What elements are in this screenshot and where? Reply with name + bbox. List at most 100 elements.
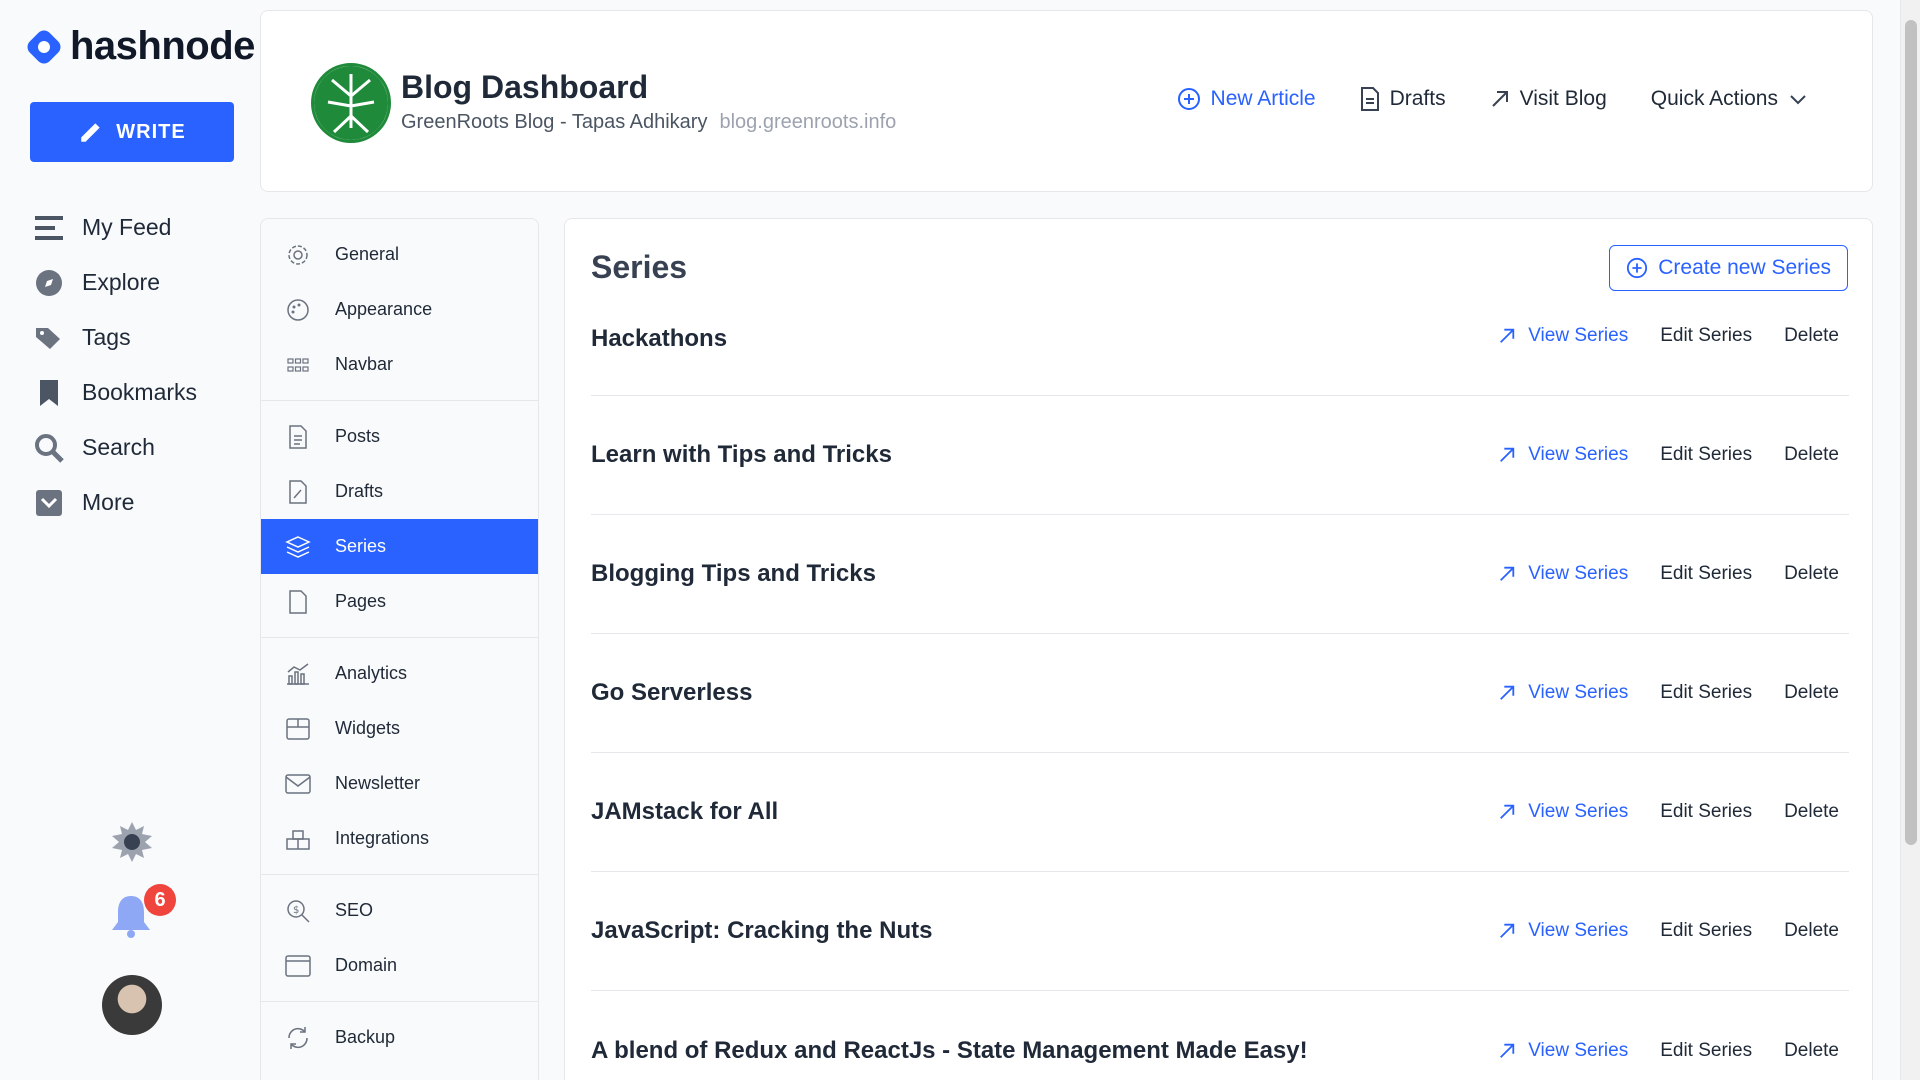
settings-item-label: Integrations [335, 828, 430, 848]
drafts-button[interactable]: Drafts [1360, 87, 1446, 111]
nav-item-more[interactable]: More [34, 475, 197, 530]
series-row: A blend of Redux and ReactJs - State Man… [591, 991, 1849, 1080]
delete-series-button[interactable]: Delete [1784, 444, 1839, 466]
view-series-link[interactable]: View Series [1498, 563, 1628, 585]
nav-item-label: Search [82, 434, 155, 460]
series-actions: View Series Edit Series Delete [1498, 563, 1849, 585]
series-row: JavaScript: Cracking the Nuts View Serie… [591, 872, 1849, 991]
create-series-button[interactable]: Create new Series [1609, 245, 1848, 291]
settings-item-label: Navbar [335, 354, 394, 374]
plus-circle-icon [1627, 257, 1648, 279]
delete-series-button[interactable]: Delete [1784, 325, 1839, 347]
delete-series-button[interactable]: Delete [1784, 920, 1839, 942]
feed-icon [34, 213, 64, 243]
view-series-label: View Series [1528, 801, 1629, 822]
write-button-label: WRITE [116, 120, 186, 143]
analytics-icon [285, 661, 311, 687]
settings-group: General Appearance Navbar [261, 219, 538, 401]
brand-name: hashnode [70, 24, 255, 68]
write-button[interactable]: WRITE [30, 102, 234, 162]
view-series-link[interactable]: View Series [1498, 325, 1628, 347]
settings-item-label: Widgets [335, 718, 401, 738]
arrow-up-right-icon [1491, 91, 1508, 107]
series-name: Hackathons [591, 325, 728, 352]
new-article-button[interactable]: New Article [1177, 87, 1316, 111]
document-icon [1360, 87, 1379, 111]
settings-item-series[interactable]: Series [261, 519, 538, 574]
notification-count-badge: 6 [144, 884, 176, 916]
settings-item-backup[interactable]: Backup [261, 1010, 538, 1065]
edit-series-button[interactable]: Edit Series [1660, 801, 1752, 823]
view-series-link[interactable]: View Series [1498, 682, 1628, 704]
view-series-label: View Series [1528, 563, 1629, 584]
settings-item-label: Backup [335, 1027, 396, 1047]
notifications-bell[interactable]: 6 [110, 884, 176, 943]
edit-series-button[interactable]: Edit Series [1660, 682, 1752, 704]
series-actions: View Series Edit Series Delete [1498, 444, 1849, 466]
edit-series-button[interactable]: Edit Series [1660, 563, 1752, 585]
settings-item-integrations[interactable]: Integrations [261, 811, 538, 866]
sun-icon[interactable] [110, 820, 154, 869]
nav-item-search[interactable]: Search [34, 420, 197, 475]
series-actions: View Series Edit Series Delete [1498, 920, 1849, 942]
nav-item-my-feed[interactable]: My Feed [34, 200, 197, 255]
search-icon [34, 433, 64, 463]
delete-series-button[interactable]: Delete [1784, 1040, 1839, 1062]
quick-actions-dropdown[interactable]: Quick Actions [1651, 87, 1808, 111]
pencil-icon [81, 123, 100, 142]
mail-icon [285, 771, 311, 797]
arrow-up-right-icon [1500, 685, 1515, 700]
visit-blog-button[interactable]: Visit Blog [1490, 87, 1607, 111]
settings-item-general[interactable]: General [261, 227, 538, 282]
series-list: Hackathons View Series Edit Series Delet… [591, 301, 1849, 1080]
view-series-label: View Series [1528, 1039, 1629, 1061]
header-actions: New Article Drafts Visit Blog Quick Acti… [1177, 87, 1808, 111]
delete-series-button[interactable]: Delete [1784, 682, 1839, 704]
delete-series-button[interactable]: Delete [1784, 801, 1839, 823]
settings-item-posts[interactable]: Posts [261, 409, 538, 464]
view-series-label: View Series [1528, 325, 1629, 346]
series-actions: View Series Edit Series Delete [1498, 1040, 1849, 1062]
view-series-link[interactable]: View Series [1498, 801, 1628, 823]
series-name: Learn with Tips and Tricks [591, 441, 892, 468]
settings-group: $ SEO Domain [261, 875, 538, 1002]
settings-item-label: Drafts [335, 481, 384, 501]
user-avatar[interactable] [102, 975, 162, 1035]
view-series-link[interactable]: View Series [1498, 1040, 1628, 1062]
settings-group: Analytics Widgets Newsletter Integration… [261, 638, 538, 875]
settings-item-newsletter[interactable]: Newsletter [261, 756, 538, 811]
edit-series-button[interactable]: Edit Series [1660, 920, 1752, 942]
page-scrollbar[interactable] [1900, 0, 1920, 1080]
settings-item-label: Appearance [335, 299, 433, 319]
settings-item-domain[interactable]: Domain [261, 938, 538, 993]
settings-item-pages[interactable]: Pages [261, 574, 538, 629]
settings-item-appearance[interactable]: Appearance [261, 282, 538, 337]
settings-item-seo[interactable]: $ SEO [261, 883, 538, 938]
hashnode-logo[interactable]: hashnode [26, 24, 255, 69]
draft-icon [285, 479, 311, 505]
drafts-label: Drafts [1389, 87, 1446, 110]
blog-domain[interactable]: blog.greenroots.info [719, 111, 896, 134]
settings-item-drafts[interactable]: Drafts [261, 464, 538, 519]
settings-item-widgets[interactable]: Widgets [261, 701, 538, 756]
view-series-link[interactable]: View Series [1498, 444, 1628, 466]
series-actions: View Series Edit Series Delete [1498, 682, 1849, 704]
edit-series-button[interactable]: Edit Series [1660, 444, 1752, 466]
series-actions: View Series Edit Series Delete [1498, 325, 1849, 347]
settings-item-analytics[interactable]: Analytics [261, 646, 538, 701]
domain-icon [285, 953, 311, 979]
view-series-link[interactable]: View Series [1498, 920, 1628, 942]
edit-series-button[interactable]: Edit Series [1660, 325, 1752, 347]
new-article-label: New Article [1210, 87, 1316, 110]
section-title: Series [591, 249, 688, 285]
delete-series-button[interactable]: Delete [1784, 563, 1839, 585]
nav-item-explore[interactable]: Explore [34, 255, 197, 310]
arrow-up-right-icon [1500, 804, 1515, 819]
scrollbar-thumb[interactable] [1905, 20, 1917, 845]
nav-item-bookmarks[interactable]: Bookmarks [34, 365, 197, 420]
nav-item-tags[interactable]: Tags [34, 310, 197, 365]
tree-roots-icon [314, 66, 388, 140]
arrow-up-right-icon [1500, 328, 1515, 343]
edit-series-button[interactable]: Edit Series [1660, 1040, 1752, 1062]
settings-item-navbar[interactable]: Navbar [261, 337, 538, 392]
